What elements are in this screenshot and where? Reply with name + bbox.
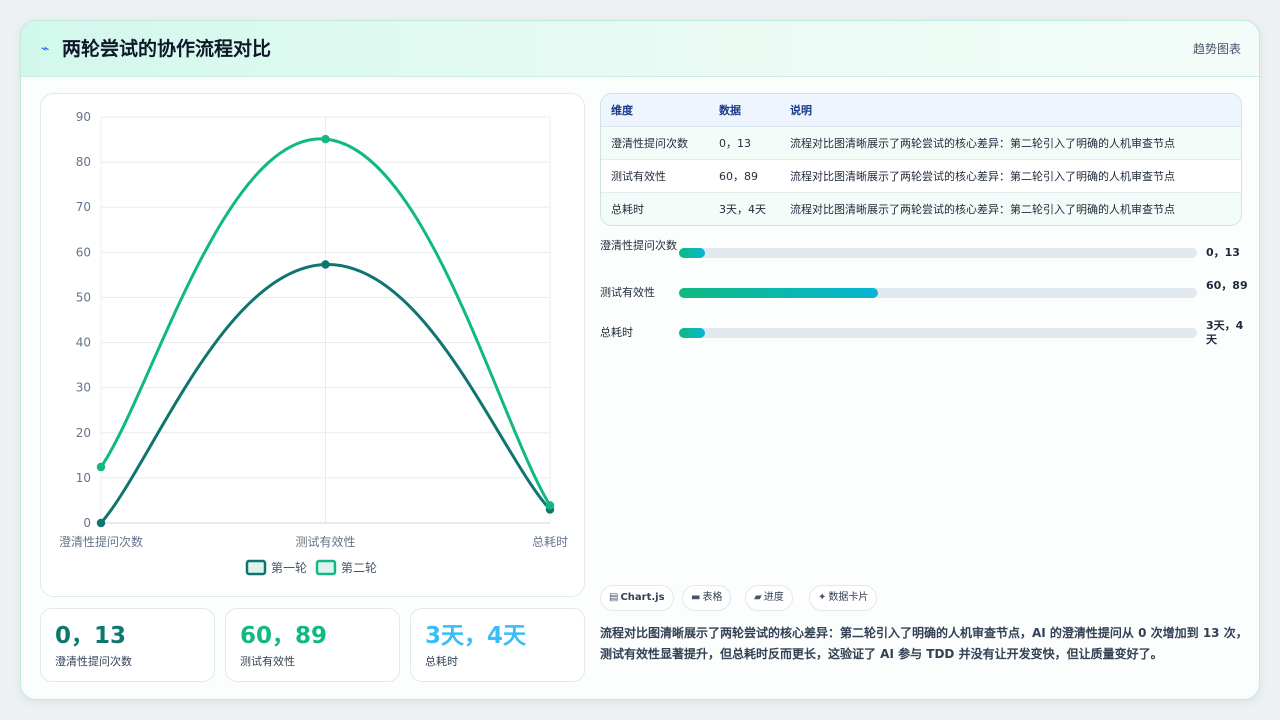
progress-value: 3天，4天	[1206, 319, 1244, 346]
chart-icon: ▤	[609, 592, 619, 603]
data-point	[96, 462, 106, 472]
stat-card-total-time: 3天，4天 总耗时	[410, 608, 585, 682]
chip-data-card[interactable]: ✦ 数据卡片	[809, 585, 878, 611]
sparkle-icon: ✦	[818, 592, 827, 603]
data-point	[96, 518, 106, 528]
line-chart: 0 10 20 30 40 50 60 70 80 90 澄清性提问次数 测试有效性 总耗时第一轮 第二轮	[59, 110, 568, 576]
data-point	[321, 134, 330, 144]
y-tick-label: 0	[83, 516, 91, 530]
table-cell: 澄清性提问次数	[611, 137, 688, 150]
table-header-cell: 维度	[611, 104, 633, 117]
x-tick-label: 澄清性提问次数	[59, 534, 143, 549]
chip-label: 表格	[702, 592, 723, 603]
progress-track	[679, 288, 1197, 298]
y-tick-label: 90	[76, 110, 91, 124]
x-tick-label: 测试有效性	[295, 534, 355, 549]
legend-swatch	[245, 559, 267, 576]
progress-value: 60，89	[1206, 279, 1248, 292]
stat-card-test-effectiveness: 60，89 测试有效性	[225, 608, 400, 682]
progress-track	[679, 248, 1197, 258]
table-header-row: 维度 数据 说明	[601, 94, 1241, 127]
stat-label: 测试有效性	[240, 655, 295, 668]
y-tick-label: 10	[76, 471, 91, 485]
progress-label: 澄清性提问次数	[600, 239, 677, 252]
line-chart-panel: 0 10 20 30 40 50 60 70 80 90 澄清性提问次数 测试有效性 总耗时第一轮 第二轮	[40, 93, 585, 597]
progress-fill	[679, 328, 705, 338]
y-tick-label: 80	[76, 155, 91, 169]
table-row: 总耗时 3天，4天 流程对比图清晰展示了两轮尝试的核心差异：第二轮引入了明确的人…	[601, 193, 1241, 225]
dashboard-card: ⌁ 两轮尝试的协作流程对比 趋势图表 0 10 20 30 40 50 60 70 80 90 澄清…	[20, 20, 1260, 700]
table-cell: 流程对比图清晰展示了两轮尝试的核心差异：第二轮引入了明确的人机审查节点	[790, 137, 1175, 150]
progress-icon: ▰	[754, 592, 762, 603]
chip-label: 进度	[763, 592, 784, 603]
table-row: 测试有效性 60，89 流程对比图清晰展示了两轮尝试的核心差异：第二轮引入了明确…	[601, 160, 1241, 193]
stat-value: 60，89	[240, 623, 328, 649]
stat-value: 3天，4天	[425, 623, 527, 649]
chip-table[interactable]: ▬ 表格	[682, 585, 732, 611]
table-cell: 60，89	[719, 170, 758, 183]
table-cell: 总耗时	[611, 203, 644, 216]
legend-swatch	[315, 559, 337, 576]
chip-label: Chart.js	[620, 592, 665, 603]
progress-label: 总耗时	[600, 326, 633, 339]
chip-chartjs[interactable]: ▤ Chart.js	[600, 585, 674, 611]
y-tick-label: 50	[76, 290, 91, 304]
table-row: 澄清性提问次数 0，13 流程对比图清晰展示了两轮尝试的核心差异：第二轮引入了明…	[601, 127, 1241, 160]
chart-type-tag: 趋势图表	[1192, 42, 1241, 56]
table-cell: 3天，4天	[719, 203, 766, 216]
table-icon: ▬	[691, 592, 701, 603]
y-tick-label: 70	[76, 200, 91, 214]
progress-fill	[679, 288, 879, 298]
stat-label: 总耗时	[425, 655, 458, 668]
table-cell: 测试有效性	[611, 170, 666, 183]
table-cell: 流程对比图清晰展示了两轮尝试的核心差异：第二轮引入了明确的人机审查节点	[790, 170, 1175, 183]
progress-value: 0，13	[1206, 246, 1240, 259]
legend-label: 第一轮	[271, 561, 307, 575]
data-point	[545, 501, 555, 510]
table-cell: 0，13	[719, 137, 751, 150]
stat-value: 0，13	[55, 623, 127, 649]
x-tick-label: 总耗时	[532, 535, 568, 549]
summary-text: 流程对比图清晰展示了两轮尝试的核心差异：第二轮引入了明确的人机审查节点，AI 的…	[600, 626, 1248, 661]
table-header-cell: 说明	[790, 104, 812, 117]
y-tick-label: 30	[76, 381, 91, 395]
progress-track	[679, 328, 1197, 338]
chip-label: 数据卡片	[828, 592, 869, 603]
stat-card-clarifying-questions: 0，13 澄清性提问次数	[40, 608, 215, 682]
y-tick-label: 60	[76, 245, 91, 259]
progress-label: 测试有效性	[600, 286, 655, 299]
chip-progress[interactable]: ▰ 进度	[745, 585, 793, 611]
legend-label: 第二轮	[341, 561, 377, 575]
data-table: 维度 数据 说明 澄清性提问次数 0，13 流程对比图清晰展示了两轮尝试的核心差…	[600, 93, 1242, 226]
y-tick-label: 20	[76, 426, 91, 440]
table-header-cell: 数据	[719, 104, 741, 117]
table-cell: 流程对比图清晰展示了两轮尝试的核心差异：第二轮引入了明确的人机审查节点	[790, 203, 1175, 216]
stat-label: 澄清性提问次数	[55, 655, 132, 668]
data-point	[321, 260, 330, 269]
page-title: 两轮尝试的协作流程对比	[62, 38, 272, 60]
progress-fill	[679, 248, 705, 258]
trend-line-icon: ⌁	[41, 41, 50, 57]
y-tick-label: 40	[76, 336, 91, 350]
card-header: ⌁ 两轮尝试的协作流程对比 趋势图表	[21, 21, 1259, 77]
